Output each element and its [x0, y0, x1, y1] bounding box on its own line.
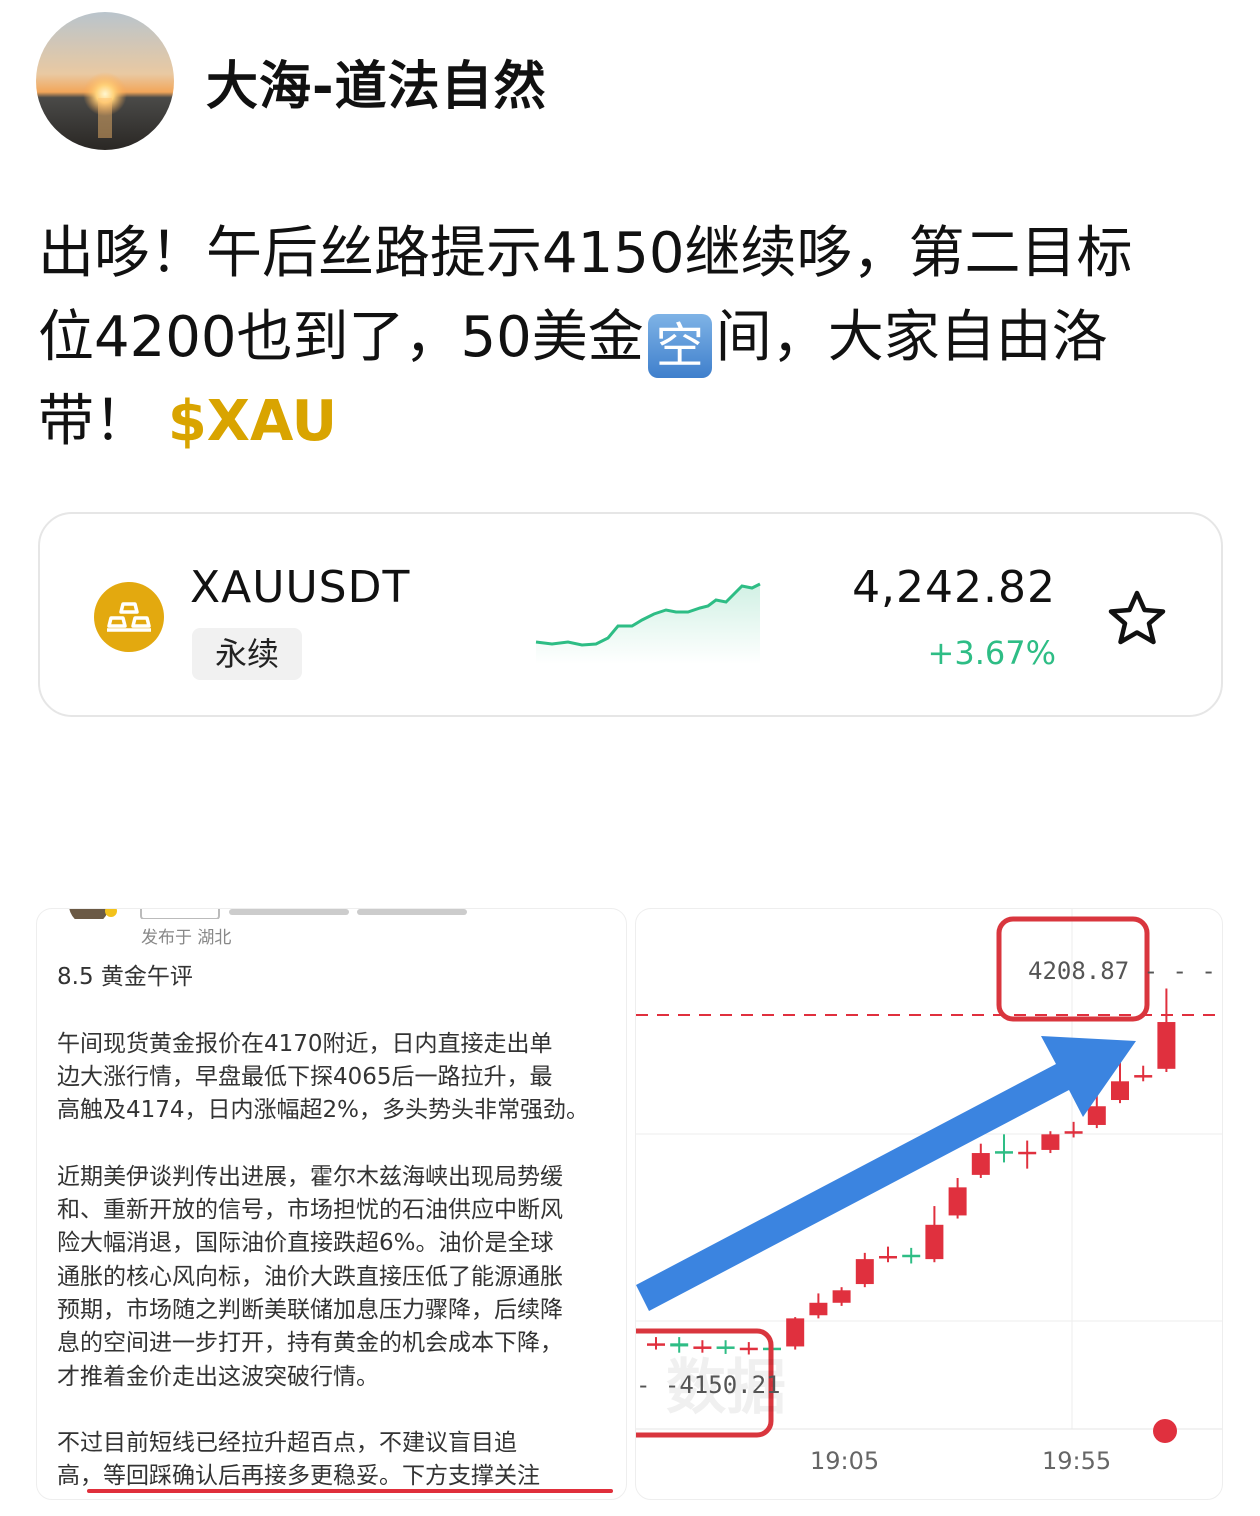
- candle-body: [948, 1187, 967, 1216]
- candle-body: [1018, 1151, 1037, 1155]
- article-line: 通胀的核心风向标，油价大跌直接压低了能源通胀: [57, 1263, 563, 1290]
- post-line: 出哆！午后丝路提示4150继续哆，第二目标: [38, 221, 1133, 286]
- article-line: 不过目前短线已经拉升超百点，不建议盲目追: [57, 1430, 517, 1457]
- article-screenshot: 发布于 湖北 8.5 黄金午评 午间现货黄金报价在4170附近，日内直接走出单 …: [36, 908, 627, 1500]
- post-line: 位4200也到了，50美金空间，大家自由洛: [38, 296, 1228, 380]
- kong-emoji-icon: 空: [647, 314, 712, 378]
- ticker-card[interactable]: XAUUSDT 永续 4,242.82 +3.67%: [38, 512, 1223, 717]
- article-line: 和、重新开放的信号，市场担忧的石油供应中断风: [57, 1197, 563, 1224]
- candle-body: [971, 1153, 990, 1175]
- candle-body: [995, 1151, 1013, 1154]
- article-line: 险大幅消退，国际油价直接跌超6%。油价是全球: [57, 1230, 554, 1257]
- article-line: 午间现货黄金报价在4170附近，日内直接走出单: [57, 1030, 553, 1057]
- candle-body: [879, 1255, 897, 1259]
- ticker-symbol: XAUUSDT: [190, 562, 411, 613]
- candle-body: [1041, 1134, 1060, 1150]
- article-line: 高，等回踩确认后再接多更稳妥。下方支撑关注: [57, 1463, 540, 1490]
- article-line: 高触及4174，日内涨幅超2%，多头势头非常强劲。: [57, 1097, 590, 1124]
- high-price-label: 4208.87 - - -: [1028, 957, 1216, 985]
- ticker-change: +3.67%: [927, 634, 1056, 672]
- candle-body: [1157, 1022, 1176, 1069]
- post-text-segment: 间，大家自由洛: [715, 305, 1108, 370]
- candle-body: [1134, 1075, 1153, 1078]
- low-price-label: - -4150.21: [636, 1371, 781, 1399]
- candle-body: [832, 1290, 851, 1303]
- article-paragraph: 不过目前短线已经拉升超百点，不建议盲目追 高，等回踩确认后再接多更稳妥。下方支撑…: [57, 1427, 617, 1494]
- sparkline-chart: [535, 582, 761, 664]
- kline-chart-screenshot: 数据 4208.87 - - - - -4150.21 19:05 19:55: [635, 908, 1223, 1500]
- post-location: 发布于 湖北: [141, 928, 232, 948]
- article-paragraph: 午间现货黄金报价在4170附近，日内直接走出单 边大涨行情，早盘最低下探4065…: [57, 1028, 617, 1128]
- red-underline-annotation: [87, 1489, 613, 1493]
- candle-body: [1064, 1131, 1083, 1134]
- time-label: 19:05: [810, 1447, 880, 1475]
- candle-body: [902, 1254, 921, 1258]
- article-line: 近期美伊谈判传出进展，霍尔木兹海峡出现局势缓: [57, 1163, 563, 1190]
- article-line: 预期，市场随之判断美联储加息压力骤降，后续降: [57, 1296, 563, 1323]
- post-text-segment: 带！: [38, 389, 150, 454]
- blue-trend-arrow: [636, 1036, 1136, 1311]
- red-dot-marker: [1153, 1419, 1177, 1443]
- author-name[interactable]: 大海-道法自然: [206, 44, 547, 119]
- article-line: 才推着金价走出这波突破行情。: [57, 1363, 379, 1390]
- post-body: 出哆！午后丝路提示4150继续哆，第二目标 位4200也到了，50美金空间，大家…: [38, 212, 1228, 464]
- candle-body: [855, 1259, 874, 1285]
- time-label: 19:55: [1042, 1447, 1112, 1475]
- sunset-photo-icon: [36, 12, 174, 150]
- candle-body: [925, 1224, 944, 1260]
- article-line: 边大涨行情，早盘最低下探4065后一路拉升，最: [57, 1063, 553, 1090]
- cashtag-link[interactable]: $XAU: [168, 389, 337, 454]
- post-line: 带！ $XAU: [38, 380, 1228, 464]
- article-paragraph: 近期美伊谈判传出进展，霍尔木兹海峡出现局势缓 和、重新开放的信号，市场担忧的石油…: [57, 1161, 617, 1394]
- gold-bars-icon: [94, 582, 164, 652]
- article-line: 息的空间进一步打开，持有黄金的机会成本下降，: [57, 1330, 563, 1357]
- candle-body: [809, 1302, 828, 1316]
- candle-body: [647, 1343, 665, 1346]
- cropped-header-icon: [69, 909, 467, 919]
- article-body: 8.5 黄金午评 午间现货黄金报价在4170附近，日内直接走出单 边大涨行情，早…: [57, 961, 617, 1499]
- candle-body: [786, 1318, 805, 1347]
- star-outline-icon[interactable]: [1106, 588, 1168, 650]
- contract-type-tag: 永续: [192, 628, 302, 680]
- article-title: 8.5 黄金午评: [57, 964, 193, 990]
- candle-body: [1087, 1106, 1106, 1125]
- avatar[interactable]: [36, 12, 174, 150]
- ticker-price: 4,242.82: [852, 562, 1056, 613]
- candle-body: [1111, 1081, 1129, 1101]
- post-text-segment: 位4200也到了，50美金: [38, 305, 644, 370]
